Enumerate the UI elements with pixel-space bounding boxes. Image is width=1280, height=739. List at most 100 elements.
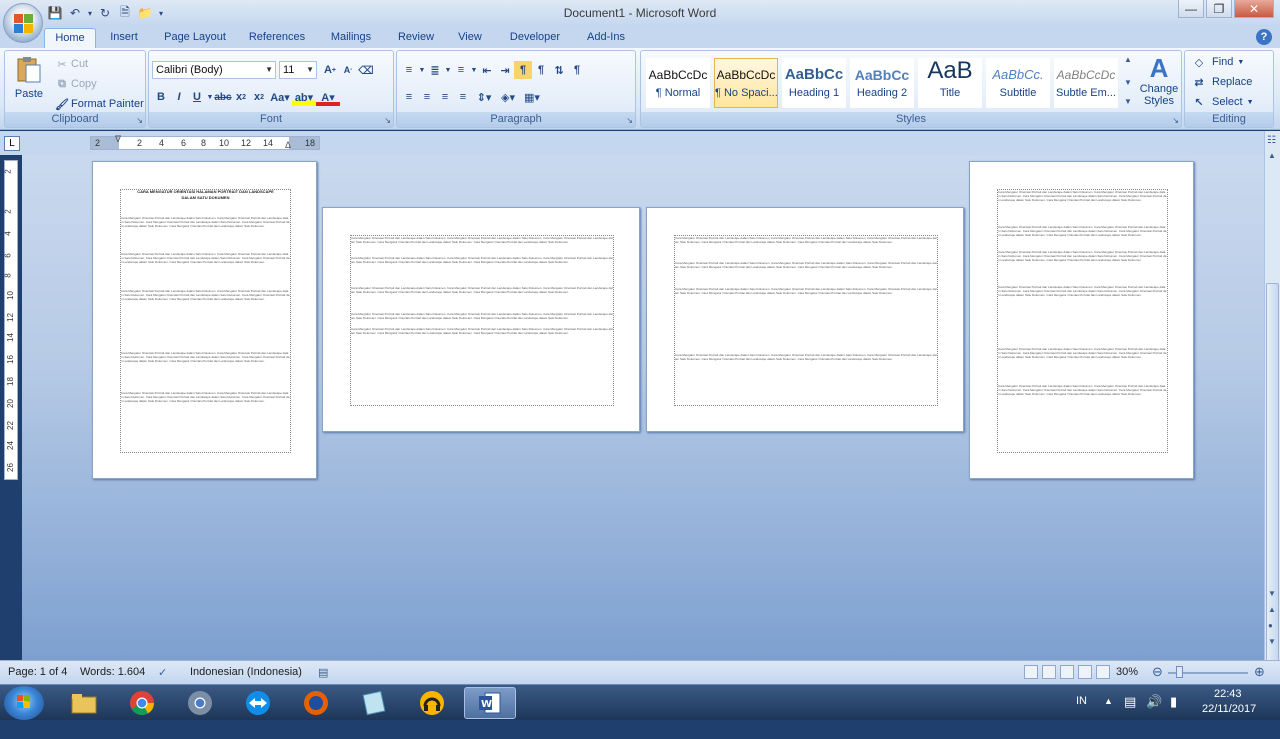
office-button[interactable] xyxy=(3,3,43,43)
underline-dropdown-icon[interactable]: ▼ xyxy=(206,88,214,106)
font-size-select[interactable]: 11 ▼ xyxy=(279,61,317,79)
zoom-in-icon[interactable]: ⊕ xyxy=(1254,664,1265,680)
dialog-launcher-icon[interactable]: ↘ xyxy=(384,116,391,125)
grow-font-icon[interactable]: A + xyxy=(321,61,339,79)
dialog-launcher-icon[interactable]: ↘ xyxy=(1172,116,1179,125)
macro-record-icon[interactable]: ▤ xyxy=(318,666,328,679)
shrink-font-icon[interactable]: A- xyxy=(339,61,357,79)
clock-date[interactable]: 22/11/2017 xyxy=(1202,703,1256,739)
multilevel-list-icon[interactable]: ≡ xyxy=(452,61,470,79)
audio-app-taskbar-button[interactable] xyxy=(406,687,458,719)
find-button[interactable]: ◇ Find ▼ xyxy=(1190,53,1245,71)
right-indent-marker-icon[interactable]: Δ xyxy=(285,140,291,150)
bullets-icon[interactable]: ≡ xyxy=(400,61,418,79)
font-color-icon[interactable]: A▾ xyxy=(316,88,340,106)
multilevel-dropdown-icon[interactable]: ▼ xyxy=(470,61,478,79)
show-marks-icon[interactable]: ¶ xyxy=(568,61,586,79)
horizontal-ruler[interactable]: 2 2 4 6 8 10 12 14 18 ∇ Δ xyxy=(90,134,320,150)
network-device-icon[interactable]: ▤ xyxy=(1124,694,1136,730)
subscript-icon[interactable]: x2 xyxy=(232,88,250,106)
more-icon[interactable]: ▼ xyxy=(1121,97,1135,106)
show-hidden-icons[interactable]: ▲ xyxy=(1104,696,1113,732)
style-heading-1[interactable]: AaBbCc Heading 1 xyxy=(782,58,846,108)
tab-selector[interactable]: L xyxy=(4,136,20,151)
tab-developer[interactable]: Developer xyxy=(500,28,570,48)
align-left-icon[interactable]: ≡ xyxy=(400,88,418,106)
tab-references[interactable]: References xyxy=(242,28,312,48)
zoom-level[interactable]: 30% xyxy=(1116,666,1138,678)
select-button[interactable]: ↖ Select ▼ xyxy=(1190,93,1253,111)
numbering-icon[interactable]: ≣ xyxy=(426,61,444,79)
start-button[interactable] xyxy=(4,686,44,720)
chevron-down-icon[interactable]: ▼ xyxy=(1121,78,1135,87)
style-heading-2[interactable]: AaBbCc Heading 2 xyxy=(850,58,914,108)
change-styles-button[interactable]: A Change Styles xyxy=(1137,53,1181,113)
underline-icon[interactable]: U xyxy=(188,88,206,106)
scroll-up-icon[interactable]: ▲ xyxy=(1268,151,1276,160)
restore-button[interactable]: ❐ xyxy=(1206,0,1232,18)
scroll-down-icon[interactable]: ▼ xyxy=(1268,589,1276,598)
dialog-launcher-icon[interactable]: ↘ xyxy=(626,116,633,125)
chrome-taskbar-button[interactable] xyxy=(116,687,168,719)
borders-icon[interactable]: ▦▾ xyxy=(520,88,544,106)
outline-view-icon[interactable] xyxy=(1078,665,1092,679)
word-count[interactable]: Words: 1.604 xyxy=(80,666,145,678)
tab-view[interactable]: View xyxy=(450,28,490,48)
tab-review[interactable]: Review xyxy=(390,28,442,48)
chevron-up-icon[interactable]: ▲ xyxy=(1121,55,1135,64)
styles-gallery-scroll[interactable]: ▲ ▼ ▼ xyxy=(1121,55,1135,113)
next-page-icon[interactable]: ▼ xyxy=(1268,637,1276,646)
dialog-launcher-icon[interactable]: ↘ xyxy=(136,116,143,125)
page-1[interactable]: CARA MENGATUR ORIENTASI HALAMAN PORTRAIT… xyxy=(92,161,317,479)
tab-page-layout[interactable]: Page Layout xyxy=(158,28,232,48)
page-3[interactable]: Cara Mengatur Orientasi Portrait dan Lan… xyxy=(646,207,964,432)
style-no-spacing[interactable]: AaBbCcDc ¶ No Spaci... xyxy=(714,58,778,108)
volume-icon[interactable]: 🔊 xyxy=(1146,694,1162,730)
numbering-dropdown-icon[interactable]: ▼ xyxy=(444,61,452,79)
italic-icon[interactable]: I xyxy=(170,88,188,106)
indent-marker-icon[interactable]: ∇ xyxy=(115,134,121,145)
signal-icon[interactable]: ▮ xyxy=(1170,694,1177,730)
increase-indent-icon[interactable]: ⇥ xyxy=(496,61,514,79)
explorer-taskbar-button[interactable] xyxy=(58,687,110,719)
justify-icon[interactable]: ≡ xyxy=(454,88,472,106)
align-right-icon[interactable]: ≡ xyxy=(436,88,454,106)
clear-formatting-icon[interactable]: ⌫ xyxy=(357,61,375,79)
proofing-icon[interactable]: ✓ xyxy=(158,666,167,679)
style-normal[interactable]: AaBbCcDc ¶ Normal xyxy=(646,58,710,108)
superscript-icon[interactable]: x2 xyxy=(250,88,268,106)
font-family-select[interactable]: Calibri (Body) ▼ xyxy=(152,61,276,79)
change-case-icon[interactable]: Aa▾ xyxy=(268,88,292,106)
style-subtitle[interactable]: AaBbCc. Subtitle xyxy=(986,58,1050,108)
minimize-button[interactable]: — xyxy=(1178,0,1204,18)
zoom-out-icon[interactable]: ⊖ xyxy=(1152,664,1163,680)
format-painter-button[interactable]: 🖌 Format Painter xyxy=(53,95,144,113)
decrease-indent-icon[interactable]: ⇤ xyxy=(478,61,496,79)
replace-button[interactable]: ⇄ Replace xyxy=(1190,73,1252,91)
shading-icon[interactable]: ◈▾ xyxy=(496,88,520,106)
page-2[interactable]: Cara Mengatur Orientasi Portrait dan Lan… xyxy=(322,207,640,432)
web-layout-icon[interactable] xyxy=(1060,665,1074,679)
browse-object-icon[interactable]: ● xyxy=(1268,621,1273,630)
style-subtle-emphasis[interactable]: AaBbCcDc Subtle Em... xyxy=(1054,58,1118,108)
tab-mailings[interactable]: Mailings xyxy=(322,28,380,48)
language-indicator[interactable]: Indonesian (Indonesia) xyxy=(190,666,302,678)
previous-page-icon[interactable]: ▲ xyxy=(1268,605,1276,614)
zoom-slider-thumb[interactable] xyxy=(1176,666,1183,678)
draft-view-icon[interactable] xyxy=(1096,665,1110,679)
align-center-icon[interactable]: ≡ xyxy=(418,88,436,106)
chrome-alt-taskbar-button[interactable] xyxy=(174,687,226,719)
word-taskbar-button[interactable]: W xyxy=(464,687,516,719)
print-layout-view-icon[interactable] xyxy=(1024,665,1038,679)
page-count[interactable]: Page: 1 of 4 xyxy=(8,666,67,678)
ruler-toggle-icon[interactable]: ☷ xyxy=(1267,135,1276,146)
bold-icon[interactable]: B xyxy=(152,88,170,106)
style-title[interactable]: AaB Title xyxy=(918,58,982,108)
copy-button[interactable]: ⧉ Copy xyxy=(53,75,97,93)
page-4[interactable]: Cara Mengatur Orientasi Portrait dan Lan… xyxy=(969,161,1194,479)
close-button[interactable]: ✕ xyxy=(1234,0,1274,18)
strikethrough-icon[interactable]: abc xyxy=(214,88,232,106)
notepad-taskbar-button[interactable] xyxy=(348,687,400,719)
vertical-ruler[interactable]: 2 2 4 6 8 10 12 14 16 18 20 22 24 26 xyxy=(4,160,18,480)
teamviewer-taskbar-button[interactable] xyxy=(232,687,284,719)
